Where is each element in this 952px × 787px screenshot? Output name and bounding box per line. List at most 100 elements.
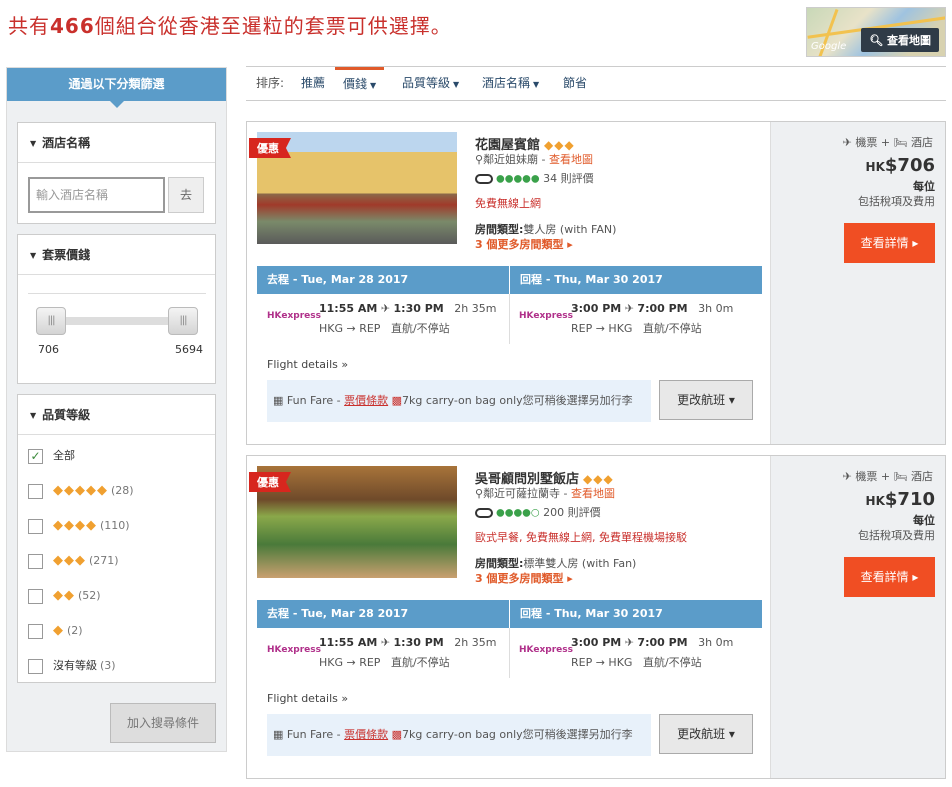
airline-logo: HKexpress bbox=[267, 645, 321, 655]
sort-hotel-name[interactable]: 酒店名稱 ▼ bbox=[482, 67, 539, 100]
view-map-button[interactable]: 🔍︎ 查看地圖 bbox=[861, 28, 939, 52]
review-count: 34 則評價 bbox=[543, 172, 594, 185]
price-per-person: 每位 bbox=[913, 514, 935, 527]
more-room-types-link[interactable]: 3 個更多房間類型 ▸ bbox=[475, 236, 573, 252]
flight-duration: 3h 0m bbox=[698, 302, 734, 315]
view-details-button[interactable]: 查看詳情 ▸ bbox=[844, 557, 935, 597]
star-filter-row[interactable]: ◆ (2) bbox=[28, 622, 83, 642]
sort-savings[interactable]: 節省 bbox=[563, 67, 587, 100]
inbound-header: 回程 - Thu, Mar 30 2017 bbox=[510, 600, 762, 628]
star-filter-count: (271) bbox=[89, 554, 119, 567]
view-details-button[interactable]: 查看詳情 ▸ bbox=[844, 223, 935, 263]
hotel-perks: 免費無線上網 bbox=[475, 197, 541, 210]
hotel-name-toggle[interactable]: ▼ 酒店名稱 bbox=[18, 123, 215, 163]
price-amount: $706 bbox=[884, 155, 935, 176]
search-icon: 🔍︎ bbox=[869, 34, 887, 47]
price-panel: ▼ 套票價錢 ||| ||| 706 5694 bbox=[17, 234, 216, 384]
star-filter-row[interactable]: 沒有等級 (3) bbox=[28, 657, 116, 677]
hotel-name-panel: ▼ 酒店名稱 輸入酒店名稱 去 bbox=[17, 122, 216, 224]
star-filter-row[interactable]: ◆◆◆◆◆ (28) bbox=[28, 482, 134, 502]
filter-heading: 通過以下分類篩選 bbox=[7, 68, 226, 108]
more-room-types-link[interactable]: 3 個更多房間類型 ▸ bbox=[475, 570, 573, 586]
sort-price-label: 價錢 bbox=[343, 77, 368, 91]
baggage-note: 7kg carry-on bag only您可稍後選擇另加行李 bbox=[402, 728, 633, 741]
fare-info: ▦ Fun Fare - 票價條款 ▩7kg carry-on bag only… bbox=[267, 714, 651, 756]
add-search-criteria-button[interactable]: 加入搜尋條件 bbox=[110, 703, 216, 743]
depart-time: 11:55 AM bbox=[319, 302, 378, 315]
hotel-name-input[interactable]: 輸入酒店名稱 bbox=[28, 177, 165, 213]
sort-quality[interactable]: 品質等級 ▼ bbox=[402, 67, 459, 100]
hotel-photo[interactable] bbox=[257, 466, 457, 578]
price-toggle[interactable]: ▼ 套票價錢 bbox=[18, 235, 215, 275]
result-card: 優惠 吳哥顧問別墅飯店 ◆◆◆ ⚲鄰近可薩拉蘭寺 - 查看地圖 ●●●●○ 200 則評… bbox=[246, 455, 946, 779]
fare-info: ▦ Fun Fare - 票價條款 ▩7kg carry-on bag only… bbox=[267, 380, 651, 422]
star-filter-checkbox[interactable] bbox=[28, 483, 43, 499]
change-flight-button[interactable]: 更改航班 ▾ bbox=[659, 714, 753, 754]
flight-route: HKG → REP bbox=[319, 656, 381, 669]
star-filter-label: 沒有等級 bbox=[53, 659, 97, 672]
star-filter-checkbox[interactable] bbox=[28, 518, 43, 534]
star-filter-checkbox[interactable]: ✓ bbox=[28, 448, 43, 464]
sort-recommended[interactable]: 推薦 bbox=[301, 67, 325, 100]
star-filter-row[interactable]: ◆◆◆ (271) bbox=[28, 552, 119, 572]
star-filter-row[interactable]: ◆◆◆◆ (110) bbox=[28, 517, 130, 537]
hotel-photo[interactable] bbox=[257, 132, 457, 244]
star-filter-label: 全部 bbox=[53, 449, 75, 462]
flight-details-link[interactable]: Flight details » bbox=[267, 358, 348, 371]
outbound-header: 去程 - Tue, Mar 28 2017 bbox=[257, 600, 509, 628]
price-min-handle[interactable]: ||| bbox=[36, 307, 66, 335]
flight-route: REP → HKG bbox=[571, 656, 633, 669]
caret-down-icon: ▼ bbox=[30, 138, 37, 148]
star-rating-title: 品質等級 bbox=[42, 408, 91, 422]
star-filter-row[interactable]: ◆◆ (52) bbox=[28, 587, 101, 607]
fare-rules-link[interactable]: 票價條款 bbox=[344, 394, 388, 407]
map-thumbnail[interactable]: Google 🔍︎ 查看地圖 bbox=[806, 7, 946, 57]
star-filter-count: (2) bbox=[67, 624, 83, 637]
diamond-rating-icon: ◆◆◆ bbox=[53, 553, 86, 568]
star-filter-checkbox[interactable] bbox=[28, 553, 43, 569]
flight-stops: 直航/不停站 bbox=[642, 322, 702, 335]
view-map-link[interactable]: 查看地圖 bbox=[571, 487, 615, 500]
arrive-time: 1:30 PM bbox=[393, 636, 444, 649]
price-slider-track[interactable] bbox=[48, 317, 188, 325]
price-panel: ✈ 機票 + 🛏 酒店 HK$706 每位 包括稅項及費用 查看詳情 ▸ bbox=[770, 122, 945, 444]
review-rating[interactable]: ●●●●● 34 則評價 bbox=[475, 170, 594, 186]
fare-rules-link[interactable]: 票價條款 bbox=[344, 728, 388, 741]
room-type: 房間類型:標準雙人房 (with Fan) bbox=[475, 555, 636, 571]
diamond-rating-icon: ◆◆ bbox=[53, 588, 75, 603]
package-price: HK$710 bbox=[866, 489, 935, 510]
flight-duration: 3h 0m bbox=[698, 636, 734, 649]
star-filter-checkbox[interactable] bbox=[28, 623, 43, 639]
chevron-down-icon: ▼ bbox=[453, 80, 460, 89]
flight-duration: 2h 35m bbox=[454, 302, 497, 315]
package-price: HK$706 bbox=[866, 155, 935, 176]
deal-badge: 優惠 bbox=[249, 472, 291, 492]
title-suffix: 個組合從香港至暹粒的套票可供選擇。 bbox=[94, 14, 452, 38]
airline-logo: HKexpress bbox=[519, 311, 573, 321]
room-type-value: 標準雙人房 (with Fan) bbox=[523, 557, 637, 570]
title-prefix: 共有 bbox=[8, 14, 50, 38]
star-filter-checkbox[interactable] bbox=[28, 658, 43, 674]
flight-details-link[interactable]: Flight details » bbox=[267, 692, 348, 705]
review-rating[interactable]: ●●●●○ 200 則評價 bbox=[475, 504, 601, 520]
star-filter-count: (28) bbox=[111, 484, 134, 497]
change-flight-button[interactable]: 更改航班 ▾ bbox=[659, 380, 753, 420]
package-type: ✈ 機票 + 🛏 酒店 bbox=[842, 136, 933, 149]
hotel-name-go-button[interactable]: 去 bbox=[168, 177, 204, 213]
star-filter-checkbox[interactable] bbox=[28, 588, 43, 604]
review-count: 200 則評價 bbox=[543, 506, 601, 519]
view-map-link[interactable]: 查看地圖 bbox=[549, 153, 593, 166]
price-title: 套票價錢 bbox=[42, 248, 91, 262]
star-filter-row[interactable]: ✓ 全部 bbox=[28, 447, 78, 467]
baggage-note: 7kg carry-on bag only您可稍後選擇另加行李 bbox=[402, 394, 633, 407]
star-rating-toggle[interactable]: ▼ 品質等級 bbox=[18, 395, 215, 435]
plane-icon: ✈ bbox=[624, 636, 634, 649]
outbound-header: 去程 - Tue, Mar 28 2017 bbox=[257, 266, 509, 294]
sort-price[interactable]: 價錢 ▼ bbox=[335, 67, 385, 100]
diamond-rating-icon: ◆◆◆ bbox=[583, 472, 614, 486]
google-logo: Google bbox=[811, 41, 847, 52]
price-max-handle[interactable]: ||| bbox=[168, 307, 198, 335]
chevron-down-icon: ▼ bbox=[370, 81, 377, 90]
caret-down-icon: ▼ bbox=[30, 250, 37, 260]
tripadvisor-owl-icon bbox=[475, 174, 493, 184]
